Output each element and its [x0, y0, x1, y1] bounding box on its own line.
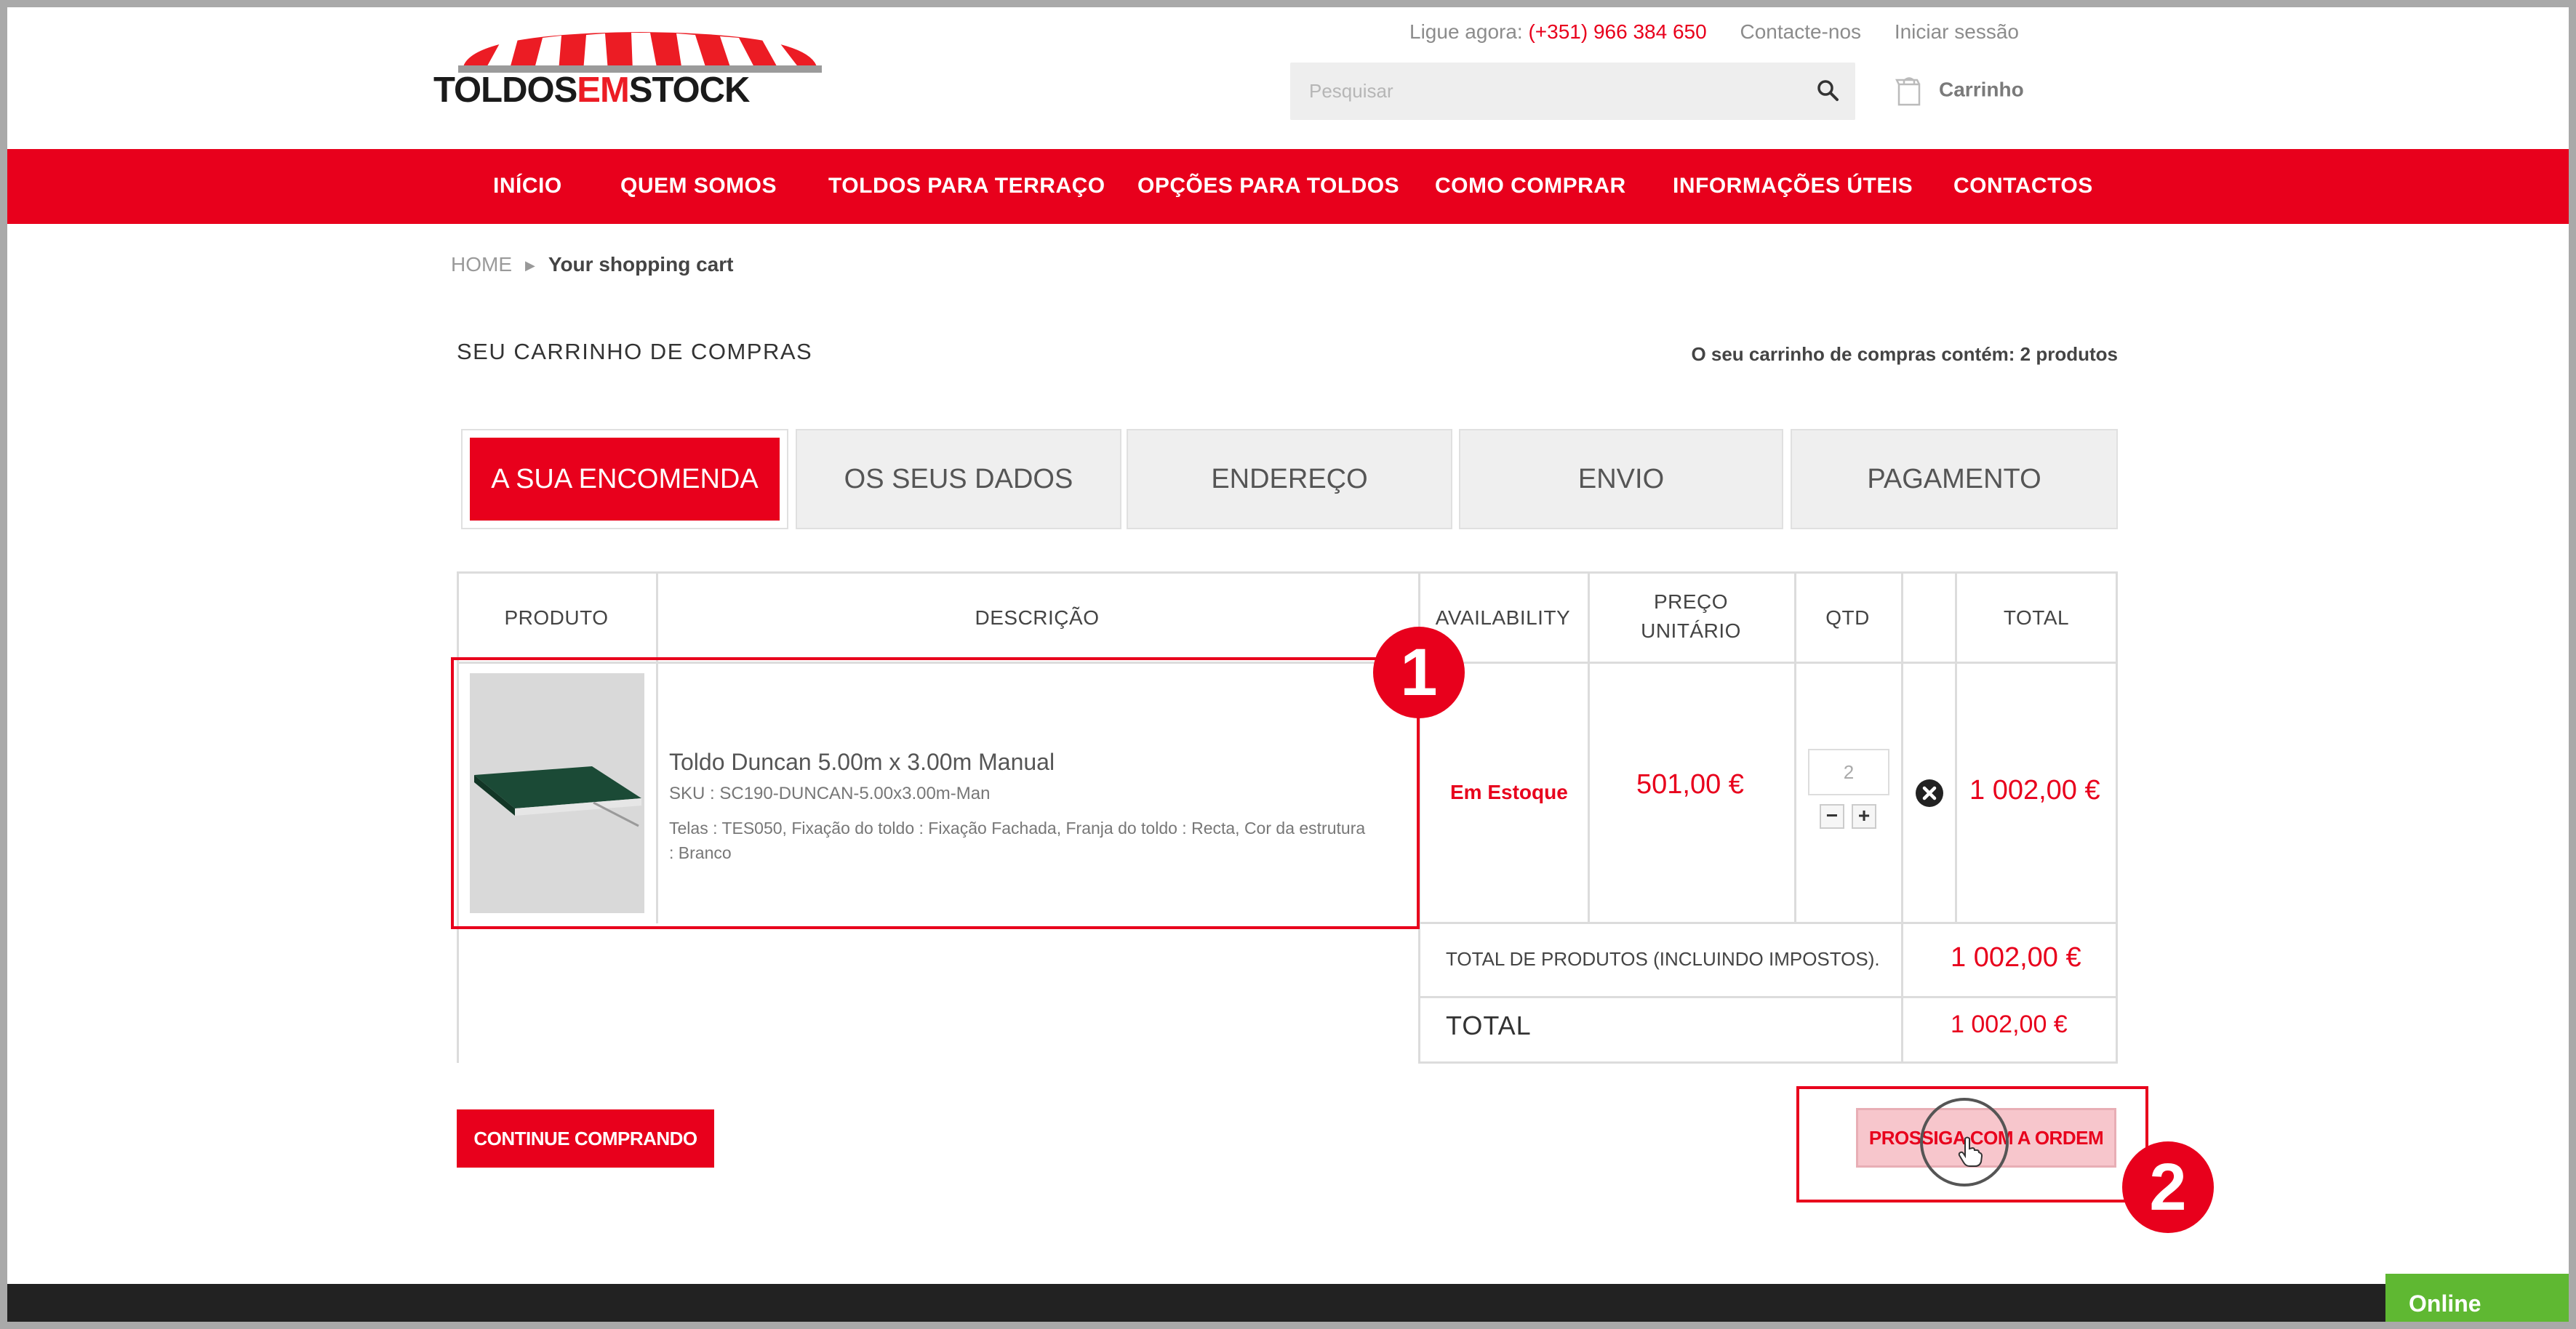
logo-wordmark: TOLDOSEMSTOCK: [433, 71, 750, 110]
nav-item-inicio[interactable]: INÍCIO: [493, 174, 562, 198]
unit-price: 501,00 €: [1636, 769, 1744, 800]
header-unitario: UNITÁRIO: [1641, 619, 1741, 642]
shopping-bag-icon: [1895, 77, 1921, 106]
grand-total-value: 1 002,00 €: [1951, 1011, 2068, 1038]
awning-logo-icon: [458, 32, 822, 73]
table-border: [1418, 922, 2118, 924]
step-a-sua-encomenda[interactable]: A SUA ENCOMENDA: [461, 429, 788, 529]
products-total-value: 1 002,00 €: [1951, 942, 2081, 973]
login-link[interactable]: Iniciar sessão: [1895, 20, 2019, 43]
cart-count: O seu carrinho de compras contém: 2 prod…: [1691, 343, 2118, 365]
step-badge-1: 1: [1373, 627, 1465, 718]
nav-item-quem-somos[interactable]: QUEM SOMOS: [620, 174, 777, 198]
grand-total-label: TOTAL: [1446, 1011, 1532, 1040]
quantity-input[interactable]: 2: [1808, 749, 1889, 795]
table-border: [2116, 571, 2118, 1063]
page-title: SEU CARRINHO DE COMPRAS: [457, 339, 813, 364]
step-label: OS SEUS DADOS: [844, 463, 1073, 494]
table-border: [1418, 1061, 2118, 1064]
chat-online-button[interactable]: Online: [2385, 1274, 2569, 1322]
phone-link[interactable]: (+351) 966 384 650: [1528, 20, 1706, 43]
hand-cursor-icon: [1958, 1136, 1983, 1167]
site-footer: [7, 1284, 2569, 1322]
remove-item-icon[interactable]: [1914, 778, 1945, 808]
caret-right-icon: ▶: [525, 258, 535, 273]
header-preco: PREÇO: [1653, 590, 1729, 613]
row-total: 1 002,00 €: [1969, 775, 2100, 806]
table-border: [1901, 571, 1903, 1063]
header-availability: AVAILABILITY: [1435, 606, 1571, 629]
availability-status: Em Estoque: [1450, 781, 1568, 803]
table-border: [1418, 996, 2118, 998]
header-qtd: QTD: [1825, 606, 1870, 629]
nav-item-informacoes-uteis[interactable]: INFORMAÇÕES ÚTEIS: [1673, 174, 1913, 198]
highlight-box-product: [451, 657, 1420, 929]
quantity-decrease-button[interactable]: −: [1820, 804, 1844, 829]
products-total-label: TOTAL DE PRODUTOS (INCLUINDO IMPOSTOS).: [1446, 948, 1880, 970]
search-placeholder: Pesquisar: [1309, 80, 1393, 102]
site-logo[interactable]: TOLDOSEMSTOCK: [433, 29, 847, 110]
quantity-increase-button[interactable]: +: [1852, 804, 1876, 829]
step-os-seus-dados[interactable]: OS SEUS DADOS: [796, 429, 1121, 529]
call-label: Ligue agora:: [1409, 20, 1523, 43]
main-nav: INÍCIO QUEM SOMOS TOLDOS PARA TERRAÇO OP…: [7, 149, 2569, 224]
cart-link[interactable]: Carrinho: [1895, 76, 2024, 106]
step-envio[interactable]: ENVIO: [1459, 429, 1783, 529]
continue-shopping-button[interactable]: CONTINUE COMPRANDO: [457, 1109, 714, 1168]
breadcrumb-current: Your shopping cart: [548, 253, 734, 276]
step-label: A SUA ENCOMENDA: [470, 438, 780, 521]
search-icon[interactable]: [1816, 79, 1839, 102]
cart-label: Carrinho: [1939, 78, 2024, 101]
step-badge-2: 2: [2122, 1141, 2214, 1233]
header-descricao: DESCRIÇÃO: [975, 606, 1100, 629]
step-pagamento[interactable]: PAGAMENTO: [1791, 429, 2118, 529]
nav-item-como-comprar[interactable]: COMO COMPRAR: [1435, 174, 1626, 198]
search-input[interactable]: Pesquisar: [1290, 63, 1855, 120]
checkout-steps: A SUA ENCOMENDA OS SEUS DADOS ENDEREÇO E…: [461, 429, 2118, 529]
contact-link[interactable]: Contacte-nos: [1740, 20, 1861, 43]
nav-item-toldos-terraco[interactable]: TOLDOS PARA TERRAÇO: [828, 174, 1105, 198]
step-label: ENDEREÇO: [1211, 463, 1368, 494]
step-label: ENVIO: [1577, 463, 1665, 494]
breadcrumb: HOME ▶ Your shopping cart: [451, 253, 733, 276]
nav-item-opcoes-toldos[interactable]: OPÇÕES PARA TOLDOS: [1137, 174, 1399, 198]
breadcrumb-home[interactable]: HOME: [451, 253, 512, 276]
table-border: [457, 571, 2118, 574]
nav-item-contactos[interactable]: CONTACTOS: [1953, 174, 2093, 198]
top-links: Ligue agora: (+351) 966 384 650 Contacte…: [1409, 20, 2019, 44]
step-label: PAGAMENTO: [1867, 463, 2041, 494]
step-endereco[interactable]: ENDEREÇO: [1127, 429, 1452, 529]
header-total: TOTAL: [2003, 606, 2070, 629]
header-produto: PRODUTO: [504, 606, 609, 629]
